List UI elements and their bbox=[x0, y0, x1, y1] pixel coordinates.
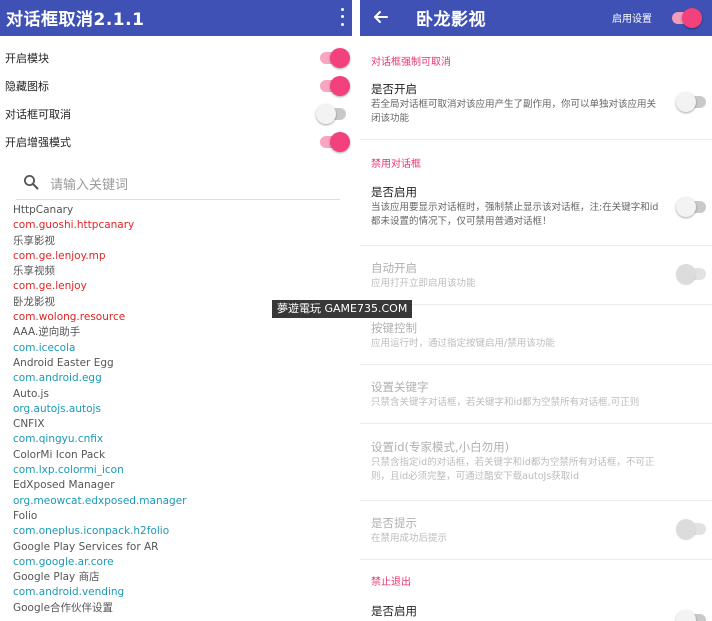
app-name[interactable]: Google合作伙伴设置 bbox=[13, 601, 343, 616]
package-name[interactable]: com.oneplus.iconpack.h2folio bbox=[13, 524, 343, 539]
section-header-disable-dialog: 禁用对话框 bbox=[371, 159, 421, 170]
app-name[interactable]: Google Play 商店 bbox=[13, 570, 343, 585]
package-name[interactable]: com.guoshi.httpcanary bbox=[13, 218, 343, 233]
pref-title: 自动开启 bbox=[371, 261, 417, 275]
enable-module-switch[interactable] bbox=[320, 48, 350, 68]
pref-show-hint[interactable]: 是否提示 在禁用成功后提示 bbox=[360, 515, 712, 549]
app-name[interactable]: AAA.逆向助手 bbox=[13, 325, 343, 340]
divider bbox=[360, 139, 712, 140]
divider bbox=[360, 245, 712, 246]
pref-summary: 只禁含指定id的对话框，若关键字和id都为空禁所有对话框，不可正则，且id必须完… bbox=[371, 457, 655, 482]
package-name[interactable]: com.android.egg bbox=[13, 371, 343, 386]
pref-prohibit-exit-enable[interactable]: 是否启用 bbox=[360, 603, 712, 621]
divider bbox=[360, 364, 712, 365]
app-bar: 对话框取消2.1.1 bbox=[0, 0, 352, 36]
disable-dialog-switch[interactable] bbox=[676, 197, 706, 217]
app-name[interactable]: 乐享影视 bbox=[13, 234, 343, 249]
package-name[interactable]: com.ge.lenjoy bbox=[13, 279, 343, 294]
app-name[interactable]: Auto.js bbox=[13, 387, 343, 402]
package-name[interactable]: com.lxp.colormi_icon bbox=[13, 463, 343, 478]
prohibit-exit-switch[interactable] bbox=[676, 610, 706, 621]
pref-title: 设置id(专家模式,小白勿用) bbox=[371, 440, 510, 454]
app-name[interactable]: CNFIX bbox=[13, 417, 343, 432]
enable-setting-switch[interactable] bbox=[672, 8, 702, 28]
pref-summary: 只禁含关键字对话框，若关键字和id都为空禁所有对话框,可正则 bbox=[371, 397, 640, 408]
divider bbox=[360, 304, 712, 305]
divider bbox=[360, 500, 712, 501]
pref-summary: 应用运行时，通过指定按键启用/禁用该功能 bbox=[371, 338, 555, 349]
package-name[interactable]: org.meowcat.edxposed.manager bbox=[13, 494, 343, 509]
auto-enable-switch[interactable] bbox=[676, 264, 706, 284]
app-title: 对话框取消2.1.1 bbox=[6, 10, 145, 30]
toggle-row-dialog-cancelable[interactable]: 对话框可取消 bbox=[0, 100, 352, 128]
pref-title: 是否提示 bbox=[371, 516, 417, 530]
search-placeholder: 请输入关键词 bbox=[50, 178, 129, 193]
toggle-label: 开启模块 bbox=[5, 52, 49, 65]
app-list: HttpCanary com.guoshi.httpcanary 乐享影视 com.g… bbox=[13, 203, 343, 616]
show-hint-switch[interactable] bbox=[676, 519, 706, 539]
pref-title: 是否开启 bbox=[371, 82, 417, 96]
package-name[interactable]: com.ge.lenjoy.mp bbox=[13, 249, 343, 264]
app-name[interactable]: ColorMi Icon Pack bbox=[13, 448, 343, 463]
hide-icon-switch[interactable] bbox=[320, 76, 350, 96]
watermark-label: 夢遊電玩 GAME735.COM bbox=[272, 300, 413, 318]
pref-auto-enable[interactable]: 自动开启 应用打开立即启用该功能 bbox=[360, 260, 712, 294]
pref-summary: 在禁用成功后提示 bbox=[371, 533, 448, 544]
package-name[interactable]: com.icecola bbox=[13, 341, 343, 356]
app-bar: 卧龙影视 启用设置 bbox=[360, 0, 712, 36]
package-name[interactable]: com.android.vending bbox=[13, 585, 343, 600]
pref-summary: 应用打开立即启用该功能 bbox=[371, 278, 476, 289]
page-title: 卧龙影视 bbox=[416, 10, 486, 30]
pref-enable[interactable]: 是否开启 若全局对话框可取消对该应用产生了副作用，你可以单独对该应用关闭该功能 bbox=[360, 81, 712, 131]
toggle-row-enhanced-mode[interactable]: 开启增强模式 bbox=[0, 128, 352, 156]
pref-title: 按键控制 bbox=[371, 321, 417, 335]
package-name[interactable]: org.autojs.autojs bbox=[13, 402, 343, 417]
app-name[interactable]: HttpCanary bbox=[13, 203, 343, 218]
toggle-label: 对话框可取消 bbox=[5, 108, 71, 121]
search-field[interactable]: 请输入关键词 bbox=[16, 166, 340, 200]
overflow-menu-icon[interactable] bbox=[336, 6, 348, 28]
pref-summary: 若全局对话框可取消对该应用产生了副作用，你可以单独对该应用关闭该功能 bbox=[371, 99, 657, 124]
divider bbox=[360, 423, 712, 424]
enhanced-mode-switch[interactable] bbox=[320, 132, 350, 152]
pref-set-keyword[interactable]: 设置关键字 只禁含关键字对话框，若关键字和id都为空禁所有对话框,可正则 bbox=[360, 379, 712, 413]
package-name[interactable]: com.qingyu.cnfix bbox=[13, 432, 343, 447]
enable-switch[interactable] bbox=[676, 92, 706, 112]
dialog-cancelable-switch[interactable] bbox=[316, 104, 346, 124]
app-name[interactable]: EdXposed Manager bbox=[13, 478, 343, 493]
pref-title: 是否启用 bbox=[371, 604, 417, 618]
pref-title: 设置关键字 bbox=[371, 380, 429, 394]
pref-summary: 当该应用要显示对话框时，强制禁止显示该对话框，注:在关键字和id都未设置的情况下… bbox=[371, 202, 659, 227]
app-name[interactable]: Google Play Services for AR bbox=[13, 540, 343, 555]
pref-key-control[interactable]: 按键控制 应用运行时，通过指定按键启用/禁用该功能 bbox=[360, 320, 712, 354]
divider bbox=[360, 559, 712, 560]
package-name[interactable]: com.google.ar.core bbox=[13, 555, 343, 570]
app-name[interactable]: Android Easter Egg bbox=[13, 356, 343, 371]
toggle-row-enable-module[interactable]: 开启模块 bbox=[0, 44, 352, 72]
app-name[interactable]: 乐享视频 bbox=[13, 264, 343, 279]
toggle-row-hide-icon[interactable]: 隐藏图标 bbox=[0, 72, 352, 100]
toggle-label: 隐藏图标 bbox=[5, 80, 49, 93]
app-detail-screen: 卧龙影视 启用设置 对话框强制可取消 是否开启 若全局对话框可取消对该应用产生了… bbox=[360, 0, 712, 621]
toggle-label: 开启增强模式 bbox=[5, 136, 71, 149]
pref-title: 是否启用 bbox=[371, 185, 417, 199]
app-name[interactable]: Folio bbox=[13, 509, 343, 524]
section-header-cancelable: 对话框强制可取消 bbox=[371, 57, 451, 68]
pref-set-id[interactable]: 设置id(专家模式,小白勿用) 只禁含指定id的对话框，若关键字和id都为空禁所… bbox=[360, 439, 712, 487]
enable-setting-label: 启用设置 bbox=[612, 14, 652, 25]
back-arrow-icon[interactable] bbox=[372, 8, 390, 26]
section-header-prohibit-exit: 禁止退出 bbox=[371, 577, 411, 588]
search-icon bbox=[24, 175, 39, 190]
pref-disable-dialog-enable[interactable]: 是否启用 当该应用要显示对话框时，强制禁止显示该对话框，注:在关键字和id都未设… bbox=[360, 184, 712, 234]
